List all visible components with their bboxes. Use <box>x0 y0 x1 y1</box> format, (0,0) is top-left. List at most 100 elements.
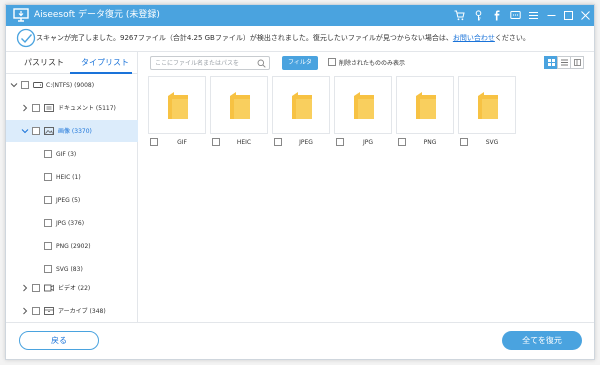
tree-item-documents[interactable]: ドキュメント (5117) <box>6 97 138 119</box>
checkbox[interactable] <box>44 265 52 273</box>
checkbox[interactable] <box>398 138 406 146</box>
folder-icon <box>230 92 250 119</box>
scan-status-suffix: ください。 <box>494 34 530 42</box>
folder-name: GIF <box>177 139 187 146</box>
tree-item-label: ビデオ (22) <box>58 285 91 292</box>
feedback-icon[interactable] <box>508 8 522 22</box>
tree-item-label: ドキュメント (5117) <box>58 105 116 112</box>
folder-thumbnail[interactable] <box>148 76 206 134</box>
tree-item-label: アーカイブ (348) <box>58 308 106 315</box>
contact-us-link[interactable]: お問い合わせ <box>453 34 495 42</box>
folder-icon <box>416 92 436 119</box>
tab-path-list[interactable]: パスリスト <box>24 57 64 69</box>
facebook-icon[interactable] <box>489 8 503 22</box>
checkbox[interactable] <box>44 173 52 181</box>
file-toolbar: フィルタ 削除されたもののみ表示 <box>138 52 594 74</box>
chevron-right-icon[interactable] <box>21 104 29 112</box>
minimize-icon[interactable] <box>544 8 558 22</box>
checkbox[interactable] <box>21 81 29 89</box>
tab-type-list[interactable]: タイプリスト <box>81 57 129 69</box>
tree-item-drive-c[interactable]: C:(NTFS) (9008) <box>6 74 138 96</box>
cart-icon[interactable] <box>452 8 466 22</box>
search-input[interactable] <box>155 58 253 68</box>
scan-complete-check-icon <box>16 28 36 48</box>
folder-thumbnail[interactable] <box>396 76 454 134</box>
folder-thumbnail[interactable] <box>334 76 392 134</box>
checkbox[interactable] <box>274 138 282 146</box>
chevron-right-icon[interactable] <box>21 307 29 315</box>
detail-view-button[interactable] <box>570 56 584 69</box>
folder-name: JPG <box>362 139 374 146</box>
folder-icon <box>478 92 498 119</box>
document-icon <box>44 104 54 112</box>
app-logo-icon <box>13 8 29 22</box>
folder-name: JPEG <box>299 139 313 146</box>
tree-item-archive[interactable]: アーカイブ (348) <box>6 300 138 322</box>
scan-status-message: スキャンが完了しました。9267ファイル（合計4.25 GBファイル）が検出され… <box>36 33 530 43</box>
tree-item-jpeg[interactable]: JPEG (5) <box>6 189 138 211</box>
chevron-down-icon[interactable] <box>10 81 18 89</box>
folder-tile[interactable]: JPG <box>334 76 392 154</box>
list-view-button[interactable] <box>557 56 571 69</box>
checkbox[interactable] <box>32 104 40 112</box>
scan-status-text: スキャンが完了しました。9267ファイル（合計4.25 GBファイル）が検出され… <box>36 34 453 42</box>
checkbox[interactable] <box>212 138 220 146</box>
folder-tile[interactable]: HEIC <box>210 76 268 154</box>
sidebar-tabs: パスリスト タイプリスト <box>6 52 138 74</box>
tree-item-label: 画像 (3370) <box>58 128 92 135</box>
checkbox[interactable] <box>32 284 40 292</box>
tree-item-png[interactable]: PNG (2902) <box>6 235 138 257</box>
checkbox[interactable] <box>32 127 40 135</box>
footer-bar: 戻る 全てを復元 <box>6 322 594 359</box>
folder-tile[interactable]: PNG <box>396 76 454 154</box>
folder-tile[interactable]: JPEG <box>272 76 330 154</box>
tree-item-label: HEIC (1) <box>56 174 81 181</box>
filter-button[interactable]: フィルタ <box>282 56 318 70</box>
chevron-right-icon[interactable] <box>21 284 29 292</box>
key-icon[interactable] <box>471 8 485 22</box>
image-icon <box>44 127 54 135</box>
chevron-down-icon[interactable] <box>21 127 29 135</box>
folder-thumbnail[interactable] <box>272 76 330 134</box>
checkbox[interactable] <box>44 150 52 158</box>
checkbox[interactable] <box>150 138 158 146</box>
search-box <box>150 56 270 70</box>
tree-item-gif[interactable]: GIF (3) <box>6 143 138 165</box>
back-button[interactable]: 戻る <box>19 331 99 350</box>
folder-thumbnail[interactable] <box>458 76 516 134</box>
maximize-icon[interactable] <box>561 8 575 22</box>
folder-icon <box>354 92 374 119</box>
archive-icon <box>44 307 54 315</box>
tree-item-jpg[interactable]: JPG (376) <box>6 212 138 234</box>
app-window: Aiseesoft データ復元 (未登録) スキャンが完了しました。9267ファ… <box>5 4 595 360</box>
folder-tile[interactable]: SVG <box>458 76 516 154</box>
checkbox[interactable] <box>44 196 52 204</box>
show-deleted-only-label: 削除されたもののみ表示 <box>339 60 406 67</box>
folder-name: SVG <box>485 139 499 146</box>
show-deleted-only-toggle[interactable]: 削除されたもののみ表示 <box>328 58 405 68</box>
tree-item-label: JPEG (5) <box>56 197 81 204</box>
menu-icon[interactable] <box>526 8 540 22</box>
checkbox[interactable] <box>44 242 52 250</box>
tree-item-heic[interactable]: HEIC (1) <box>6 166 138 188</box>
folder-tile[interactable]: GIF <box>148 76 206 154</box>
checkbox[interactable] <box>460 138 468 146</box>
folder-icon <box>168 92 188 119</box>
tree-item-images[interactable]: 画像 (3370) <box>6 120 138 142</box>
checkbox[interactable] <box>328 58 336 66</box>
recover-all-button[interactable]: 全てを復元 <box>502 331 582 350</box>
folder-grid: GIF HEIC JPEG JPG PNG SVG <box>138 76 594 322</box>
grid-view-button[interactable] <box>544 56 558 69</box>
folder-name: PNG <box>423 139 437 146</box>
close-icon[interactable] <box>578 8 592 22</box>
tree-item-label: SVG (83) <box>56 266 83 273</box>
tree-item-label: C:(NTFS) (9008) <box>46 82 95 89</box>
folder-thumbnail[interactable] <box>210 76 268 134</box>
checkbox[interactable] <box>32 307 40 315</box>
tree-item-label: PNG (2902) <box>56 243 91 250</box>
checkbox[interactable] <box>336 138 344 146</box>
window-title: Aiseesoft データ復元 (未登録) <box>34 10 160 20</box>
search-icon[interactable] <box>257 59 266 68</box>
tree-item-video[interactable]: ビデオ (22) <box>6 277 138 299</box>
checkbox[interactable] <box>44 219 52 227</box>
